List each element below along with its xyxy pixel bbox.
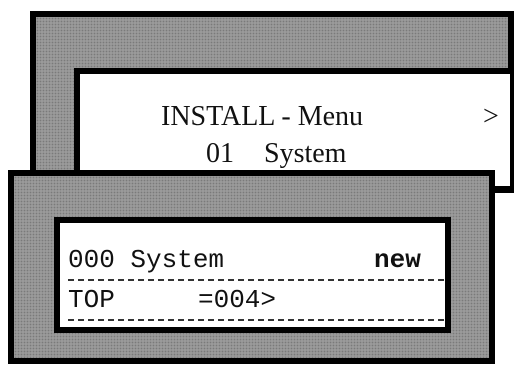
install-menu-next-arrow[interactable]: >	[483, 103, 499, 131]
system-settings-panel: 000 System new TOP =004>	[8, 170, 495, 364]
line2-underline	[68, 319, 444, 321]
install-menu-panel: INSTALL - Menu > 01 System	[30, 11, 514, 193]
install-menu-item-number: 01	[206, 138, 234, 169]
system-settings-display: 000 System new TOP =004>	[54, 217, 451, 333]
install-menu-title: INSTALL - Menu	[161, 101, 364, 132]
system-status-new: new	[374, 245, 421, 275]
system-line-label: 000 System	[68, 245, 225, 275]
line1-underline	[68, 279, 444, 281]
top-parameter-value[interactable]: =004>	[198, 287, 276, 313]
top-parameter-label: TOP	[68, 285, 115, 315]
install-menu-item-name: System	[264, 138, 347, 169]
